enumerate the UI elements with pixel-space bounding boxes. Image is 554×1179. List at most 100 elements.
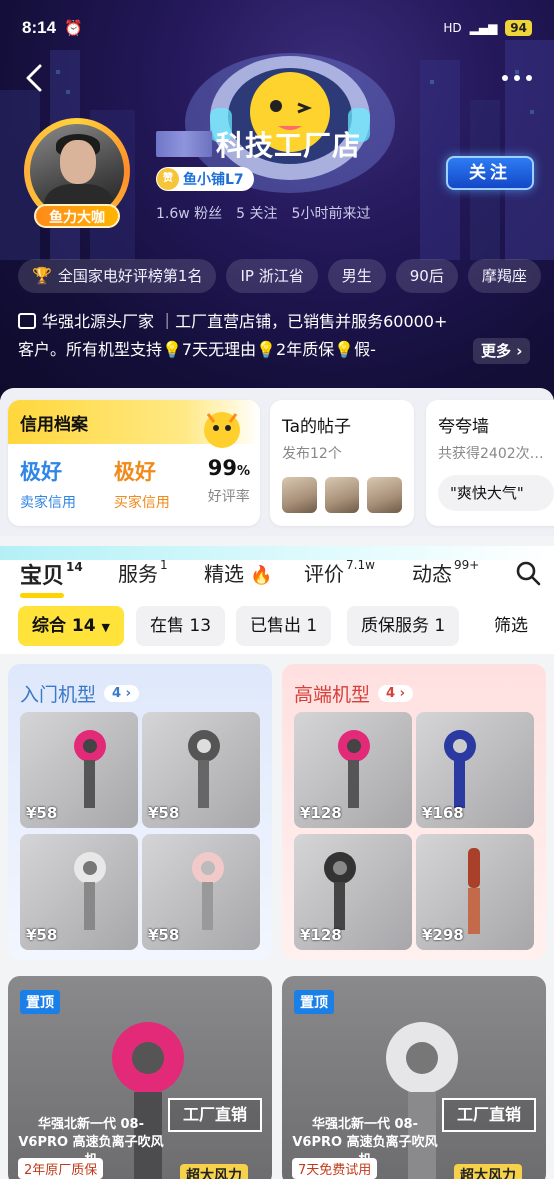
fans-count[interactable]: 1.6w 粉丝	[156, 203, 222, 223]
tab-label: 评价	[304, 562, 344, 586]
posts-subtitle: 发布12个	[282, 446, 342, 462]
tag-ranking[interactable]: 🏆 全国家电好评榜第1名	[18, 259, 217, 293]
praise-subtitle: 共获得2402次…	[438, 446, 544, 462]
shop-avatar[interactable]: 鱼力大咖	[12, 108, 138, 228]
search-icon[interactable]	[515, 560, 541, 586]
product-price: ¥58	[26, 926, 58, 944]
tab-label: 服务	[118, 562, 158, 586]
profile-tags: 🏆 全国家电好评榜第1名 IP 浙江省 男生 90后 摩羯座	[18, 259, 541, 293]
product-price: ¥58	[148, 926, 180, 944]
filter-sold[interactable]: 已售出 1	[236, 606, 332, 646]
alarm-icon: ⏰	[64, 19, 83, 37]
product-thumbnail[interactable]: ¥58	[142, 834, 260, 950]
product-thumbnail[interactable]: ¥128	[294, 712, 412, 828]
store-icon	[18, 313, 36, 329]
tag-age: 90后	[395, 259, 458, 293]
product-thumbnail[interactable]: ¥128	[294, 834, 412, 950]
tab-count: 99+	[454, 558, 480, 573]
tag-label: 全国家电好评榜第1名	[57, 267, 203, 285]
tab-items[interactable]: 宝贝 14	[20, 558, 83, 598]
tab-featured[interactable]: 精选 🔥	[204, 558, 273, 587]
signal-indicator: HD	[443, 21, 462, 35]
wifi-icon: ▂▄▆	[469, 21, 498, 35]
post-thumbnail	[324, 477, 360, 513]
shop-stats: 1.6w 粉丝 5 关注 5小时前来过	[156, 203, 370, 223]
pinned-badge: 置顶	[294, 990, 334, 1014]
tab-reviews[interactable]: 评价 7.1w	[304, 558, 375, 587]
follow-button[interactable]: 关注	[446, 156, 534, 190]
shop-name-text: 科技工厂店	[216, 129, 362, 162]
posts-title: Ta的帖子	[282, 417, 351, 437]
caret-down-icon: ▼	[101, 621, 110, 634]
pinned-badge: 置顶	[20, 990, 60, 1014]
factory-direct-badge: 工厂直销	[442, 1098, 536, 1132]
pinned-product-card[interactable]: 置顶 华强北新一代 08-V6PRO 高速负离子吹风机 工厂直销 2年原厂质保 …	[8, 976, 272, 1179]
category-count: 4	[112, 686, 122, 701]
tab-count: 7.1w	[346, 558, 375, 573]
feature-tag: 2年原厂质保	[18, 1158, 104, 1179]
description-more-button[interactable]: 更多 ›	[473, 338, 531, 364]
tab-label: 宝贝	[20, 564, 65, 589]
shop-level-badge[interactable]: 赞 鱼小铺L7	[156, 167, 254, 191]
product-price: ¥168	[422, 804, 464, 822]
positive-rate-unit: %	[236, 464, 250, 479]
product-thumbnail[interactable]: ¥58	[142, 712, 260, 828]
feature-tag: 7天免费试用	[292, 1158, 378, 1179]
tag-gender: 男生	[327, 259, 386, 293]
shop-level-text: 鱼小铺L7	[183, 172, 244, 188]
tab-updates[interactable]: 动态 99+	[412, 558, 479, 587]
praise-quote: "爽快大气"	[438, 475, 554, 511]
tag-zodiac: 摩羯座	[467, 259, 541, 293]
battery-indicator: 94	[505, 20, 532, 36]
product-thumbnail[interactable]: ¥58	[20, 834, 138, 950]
post-thumbnail	[367, 477, 403, 513]
description-line-1: 华强北源头厂家 ｜工厂直营店铺，已销售并服务60000+	[42, 312, 448, 331]
tab-services[interactable]: 服务 1	[118, 558, 168, 587]
more-options-icon[interactable]	[500, 68, 534, 88]
shop-header: 8:14 ⏰ HD ▂▄▆ 94 鱼力大咖 科技工厂店 赞 鱼小铺L7 关注 1…	[0, 0, 554, 400]
product-thumbnail[interactable]: ¥58	[20, 712, 138, 828]
tab-label: 动态	[412, 562, 452, 586]
category-title: 入门机型	[20, 684, 97, 706]
content-tabs: 宝贝 14 服务 1 精选 🔥 评价 7.1w 动态 99+	[0, 546, 554, 602]
category-entry-level[interactable]: 入门机型 4 › ¥58 ¥58 ¥58 ¥58	[8, 664, 272, 960]
category-title: 高端机型	[294, 684, 371, 706]
tab-label: 精选	[204, 562, 244, 586]
product-price: ¥58	[26, 804, 58, 822]
feature-tag: 超大风力	[180, 1164, 248, 1179]
positive-rate-label: 好评率	[207, 489, 250, 505]
product-price: ¥58	[148, 804, 180, 822]
positive-rate-value: 99	[207, 456, 237, 480]
post-thumbnail	[282, 477, 317, 513]
last-seen: 5小时前来过	[291, 206, 371, 222]
filter-on-sale[interactable]: 在售 13	[136, 606, 226, 646]
filter-warranty[interactable]: 质保服务 1	[347, 606, 460, 646]
praise-wall-card[interactable]: 夸夸墙 共获得2402次… "爽快大气"	[426, 400, 554, 526]
mascot-icon	[204, 412, 240, 448]
level-coin-icon: 赞	[157, 168, 179, 190]
shop-description: 华强北源头厂家 ｜工厂直营店铺，已销售并服务60000+ 客户。所有机型支持💡7…	[18, 308, 538, 364]
tab-count: 14	[66, 559, 83, 574]
product-price: ¥128	[300, 804, 342, 822]
filter-overall[interactable]: 综合 14 ▼	[18, 606, 124, 646]
factory-direct-badge: 工厂直销	[168, 1098, 262, 1132]
seller-credit-label: 卖家信用	[20, 495, 76, 511]
more-label: 更多	[481, 342, 512, 360]
filter-button[interactable]: 筛选	[480, 606, 542, 646]
feature-tag: 超大风力	[454, 1164, 522, 1179]
seller-credit-value: 极好	[20, 460, 62, 484]
product-thumbnail[interactable]: ¥168	[416, 712, 534, 828]
status-time: 8:14	[22, 18, 57, 37]
posts-card[interactable]: Ta的帖子 发布12个	[270, 400, 414, 526]
filter-bar: 综合 14 ▼ 在售 13 已售出 1 质保服务 1 筛选	[0, 602, 554, 654]
pinned-product-card[interactable]: 置顶 华强北新一代 08-V6PRO 高速负离子吹风机 工厂直销 7天免费试用 …	[282, 976, 546, 1179]
tag-ip: IP 浙江省	[226, 259, 318, 293]
category-high-end[interactable]: 高端机型 4 › ¥128 ¥168 ¥128 ¥298	[282, 664, 546, 960]
back-icon[interactable]	[22, 62, 50, 94]
fire-icon: 🔥	[250, 565, 273, 586]
following-count[interactable]: 5 关注	[236, 203, 277, 223]
product-thumbnail[interactable]: ¥298	[416, 834, 534, 950]
tab-count: 1	[160, 558, 168, 573]
credit-card[interactable]: 信用档案 极好 卖家信用 极好 买家信用 99% 好评率	[8, 400, 260, 526]
trophy-icon: 🏆	[32, 266, 52, 285]
